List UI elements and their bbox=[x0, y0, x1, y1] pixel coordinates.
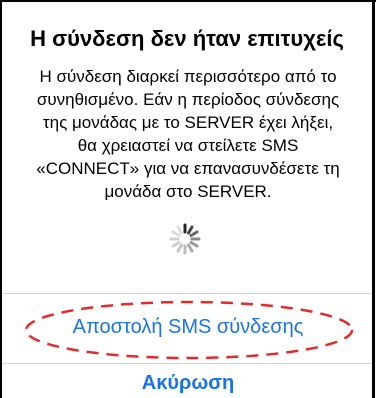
alert-message-line: «CONNECT» για να επανασυνδέσετε τη bbox=[36, 159, 340, 178]
alert-message-line: θα χρειαστεί να στείλετε SMS bbox=[77, 136, 299, 155]
frame-border-right bbox=[372, 0, 375, 398]
activity-spinner-icon bbox=[169, 223, 201, 255]
alert-message-line: μονάδα στο SERVER. bbox=[104, 182, 272, 201]
alert-screenshot: Η σύνδεση δεν ήταν επιτυχείς Η σύνδεση δ… bbox=[0, 0, 376, 398]
divider-top bbox=[2, 293, 372, 294]
alert-title: Η σύνδεση δεν ήταν επιτυχείς bbox=[30, 26, 344, 51]
alert-message-line: συνηθισμένο. Εάν η περίοδος σύνδεσης bbox=[36, 90, 340, 109]
alert-message-line: της μονάδας με το SERVER έχει λήξει, bbox=[42, 113, 334, 132]
frame-border-left bbox=[0, 0, 2, 398]
frame-border-top bbox=[0, 0, 376, 2]
alert-message-line: Η σύνδεση διαρκεί περισσότερο από το bbox=[39, 67, 337, 86]
alert-message: Η σύνδεση διαρκεί περισσότερο από το συν… bbox=[8, 65, 368, 203]
divider-bottom bbox=[2, 363, 372, 364]
cancel-button[interactable]: Ακύρωση bbox=[100, 371, 276, 395]
send-sms-connect-button[interactable]: Αποστολή SMS σύνδεσης bbox=[40, 315, 336, 339]
